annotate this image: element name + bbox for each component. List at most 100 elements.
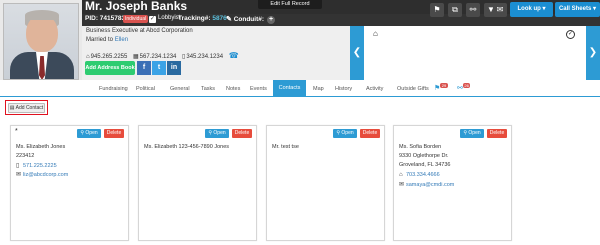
conduit-label: Conduit#: <box>233 16 265 23</box>
contact-phone[interactable]: ⌂ 703.334.4666 <box>399 172 440 178</box>
open-label: Open <box>341 130 354 136</box>
search-icon: ⚲ <box>80 130 85 136</box>
delete-button[interactable]: Delete <box>232 129 252 138</box>
open-label: Open <box>85 130 98 136</box>
link-icon[interactable]: ⚯ <box>466 3 480 17</box>
add-contact-label: Add Contact <box>15 105 44 111</box>
contact-name: Ms. Elizabeth 123-456-7890 Jones <box>144 144 229 150</box>
open-button[interactable]: ⚲ Open <box>77 129 101 138</box>
check-circle-icon[interactable]: ✓ <box>566 30 575 39</box>
tab-contacts[interactable]: Contacts <box>273 80 306 97</box>
contact-name: Ms. Sofia Borden <box>399 144 442 150</box>
tab-tasks[interactable]: Tasks <box>197 82 219 96</box>
contact-email[interactable]: ✉ samaya@cmdi.com <box>399 181 454 188</box>
tab-outside-gifts[interactable]: Outside Gifts <box>393 82 433 96</box>
tracking-number: Tracking#: 5876 <box>178 15 227 22</box>
tab-fundraising[interactable]: Fundraising <box>95 82 132 96</box>
email-value: samaya@cmdi.com <box>406 182 455 188</box>
contact-phone[interactable]: ▯ 571.225.2225 <box>16 162 57 169</box>
checkbox-icon: ✓ <box>149 16 156 23</box>
linkedin-icon[interactable]: in <box>167 61 181 75</box>
conduit-number: ✎ Conduit#: + <box>226 15 276 24</box>
look-up-label: Look up <box>517 6 541 12</box>
profile-photo <box>3 3 79 80</box>
phone-home[interactable]: 945.265.2255 <box>91 54 128 60</box>
link-icon: ⚯ <box>457 85 463 92</box>
address-carousel <box>350 26 600 80</box>
twitter-icon[interactable]: t <box>152 61 166 75</box>
tab-political[interactable]: Political <box>132 82 159 96</box>
contact-line: Groveland, FL 34736 <box>399 162 451 168</box>
call-sheets-dropdown[interactable]: Call Sheets ▾ <box>555 2 600 17</box>
mail-icon[interactable]: ✉ <box>493 3 507 17</box>
add-address-book-button[interactable]: Add Address Book <box>85 61 135 75</box>
contact-email[interactable]: ✉ liz@abcdcorp.com <box>16 171 68 178</box>
spouse-link[interactable]: Ellen <box>115 37 128 43</box>
office-icon: ▦ <box>133 54 139 60</box>
tab-notes[interactable]: Notes <box>222 82 244 96</box>
open-button[interactable]: ⚲ Open <box>460 129 484 138</box>
contact-card: ⚲ Open Delete Ms. Sofia Borden 9330 Ogle… <box>393 125 512 241</box>
home-icon: ⌂ <box>399 172 403 178</box>
tracking-label: Tracking#: <box>178 15 211 22</box>
tab-badge: 26 <box>462 83 471 88</box>
contact-name: Mr. test tse <box>272 144 299 150</box>
carousel-next-button[interactable]: ❯ <box>586 26 600 80</box>
primary-star: * <box>15 128 18 135</box>
home-icon: ⌂ <box>373 29 378 38</box>
contact-card: ⚲ Open Delete Mr. test tse <box>266 125 385 241</box>
contact-name: Ms. Elizabeth Jones <box>16 144 66 150</box>
open-button[interactable]: ⚲ Open <box>333 129 357 138</box>
phone-value: 571.225.2225 <box>23 163 57 169</box>
delete-button[interactable]: Delete <box>104 129 124 138</box>
search-icon: ⚲ <box>336 130 341 136</box>
occupation: Business Executive at Abcd Corporation <box>86 28 193 34</box>
contact-card: ⚲ Open Delete Ms. Elizabeth 123-456-7890… <box>138 125 257 241</box>
search-icon: ⚲ <box>208 130 213 136</box>
mobile-icon: ▯ <box>16 163 20 169</box>
lobbyist-label: Lobbyist <box>158 15 181 21</box>
tab-links[interactable]: ⚯ 26 <box>453 82 474 96</box>
facebook-icon[interactable]: f <box>137 61 151 75</box>
tab-map[interactable]: Map <box>309 82 328 96</box>
open-button[interactable]: ⚲ Open <box>205 129 229 138</box>
delete-button[interactable]: Delete <box>360 129 380 138</box>
tab-history[interactable]: History <box>331 82 356 96</box>
delete-button[interactable]: Delete <box>487 129 507 138</box>
look-up-dropdown[interactable]: Look up ▾ <box>510 2 553 17</box>
married-to: Married to Ellen <box>86 37 128 43</box>
search-icon: ⚲ <box>463 130 468 136</box>
chevron-down-icon: ▾ <box>593 6 597 12</box>
contact-line: 223412 <box>16 153 35 159</box>
add-conduit-icon[interactable]: + <box>267 16 276 24</box>
flag-icon[interactable]: ⚑ <box>430 3 444 17</box>
record-name: Mr. Joseph Banks <box>85 0 188 13</box>
phone-list: ⌂945.265.2255 ▦567.234.1234 ▯345.234.123… <box>86 51 239 60</box>
tab-flagged[interactable]: ⚑ 29 <box>430 82 452 96</box>
contact-line: 9330 Oglethorpe Dr. <box>399 153 449 159</box>
mobile-icon: ▯ <box>182 54 186 60</box>
carousel-prev-button[interactable]: ❮ <box>350 26 364 80</box>
tab-badge: 29 <box>440 83 448 88</box>
individual-badge: Individual <box>123 15 149 23</box>
phone-office[interactable]: 567.234.1234 <box>140 54 177 60</box>
lobbyist-checkbox[interactable]: ✓ Lobbyist <box>149 15 180 23</box>
envelope-icon: ✉ <box>16 172 22 178</box>
tab-events[interactable]: Events <box>246 82 271 96</box>
envelope-icon: ✉ <box>399 182 405 188</box>
contact-card-icon: ▤ <box>9 105 15 111</box>
pencil-icon[interactable]: ✎ <box>226 16 232 23</box>
phone-value: 703.334.4666 <box>406 172 440 178</box>
email-value: liz@abcdcorp.com <box>23 172 69 178</box>
phone-mobile[interactable]: 345.234.1234 <box>186 54 223 60</box>
edit-full-record-button[interactable]: Edit Full Record <box>258 0 322 9</box>
married-to-label: Married to <box>86 37 114 43</box>
tab-activity[interactable]: Activity <box>362 82 387 96</box>
tab-general[interactable]: General <box>166 82 194 96</box>
phone-icon[interactable]: ☎ <box>229 51 239 60</box>
open-label: Open <box>468 130 481 136</box>
add-contact-button[interactable]: ▤ Add Contact <box>8 103 45 113</box>
copy-icon[interactable]: ⧉ <box>448 3 462 17</box>
tracking-value[interactable]: 5876 <box>212 15 226 22</box>
contact-record-page: Mr. Joseph Banks Edit Full Record PID: 7… <box>0 0 600 245</box>
